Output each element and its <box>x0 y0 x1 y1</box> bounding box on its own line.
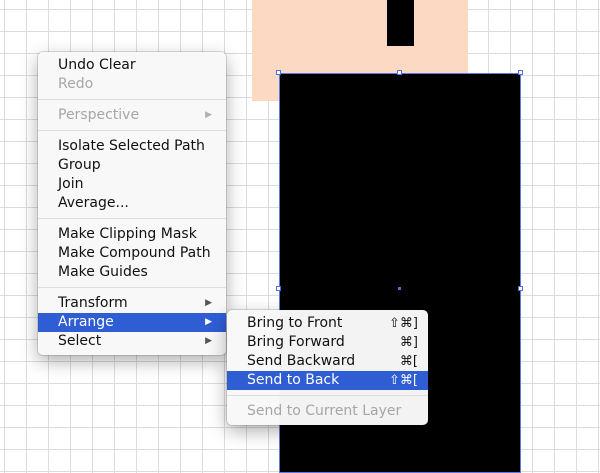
menu-item-label: Bring to Front <box>247 315 343 331</box>
menu-separator <box>38 130 226 131</box>
menu-item-label: Average... <box>58 195 129 211</box>
menu-item-label: Make Clipping Mask <box>58 226 197 242</box>
menu-separator <box>38 218 226 219</box>
selection-center-point <box>398 287 401 290</box>
selection-handle-top-left[interactable] <box>276 70 281 75</box>
selection-handle-middle-right[interactable] <box>518 286 523 291</box>
menu-separator <box>38 287 226 288</box>
menu-item-label: Select <box>58 333 102 349</box>
menu-item-shortcut: ⇧⌘[ <box>389 373 418 388</box>
submenu-item-send-backward[interactable]: Send Backward ⌘[ <box>227 352 428 371</box>
menu-item-arrange[interactable]: Arrange ▶ <box>38 313 226 332</box>
selection-handle-top-right[interactable] <box>518 70 523 75</box>
black-notch-shape[interactable] <box>387 0 414 46</box>
menu-separator <box>38 99 226 100</box>
menu-item-shortcut: ⌘] <box>399 335 418 350</box>
menu-item-label: Send to Current Layer <box>247 403 402 419</box>
menu-item-select[interactable]: Select ▶ <box>38 332 226 351</box>
menu-item-join[interactable]: Join <box>38 175 226 194</box>
menu-item-label: Arrange <box>58 314 114 330</box>
menu-item-label: Join <box>58 176 84 192</box>
menu-item-transform[interactable]: Transform ▶ <box>38 294 226 313</box>
menu-item-label: Redo <box>58 76 94 92</box>
submenu-item-send-to-current-layer: Send to Current Layer <box>227 402 428 421</box>
submenu-item-bring-forward[interactable]: Bring Forward ⌘] <box>227 333 428 352</box>
menu-item-label: Isolate Selected Path <box>58 138 205 154</box>
selection-handle-middle-left[interactable] <box>276 286 281 291</box>
menu-item-group[interactable]: Group <box>38 156 226 175</box>
menu-item-undo-clear[interactable]: Undo Clear <box>38 56 226 75</box>
menu-item-label: Transform <box>58 295 128 311</box>
menu-item-label: Bring Forward <box>247 334 345 350</box>
menu-item-label: Send to Back <box>247 372 340 388</box>
menu-item-label: Make Guides <box>58 264 148 280</box>
menu-item-isolate-selected-path[interactable]: Isolate Selected Path <box>38 137 226 156</box>
menu-item-redo: Redo <box>38 75 226 94</box>
menu-item-shortcut: ⇧⌘] <box>389 316 418 331</box>
triangle-right-icon: ▶ <box>205 317 212 327</box>
arrange-submenu: Bring to Front ⇧⌘] Bring Forward ⌘] Send B… <box>227 310 428 425</box>
menu-item-label: Group <box>58 157 101 173</box>
triangle-right-icon: ▶ <box>205 110 212 120</box>
context-menu: Undo Clear Redo Perspective ▶ Isolate Sel… <box>38 52 226 355</box>
menu-item-make-compound-path[interactable]: Make Compound Path <box>38 244 226 263</box>
triangle-right-icon: ▶ <box>205 336 212 346</box>
menu-item-perspective: Perspective ▶ <box>38 106 226 125</box>
submenu-item-bring-to-front[interactable]: Bring to Front ⇧⌘] <box>227 314 428 333</box>
submenu-item-send-to-back[interactable]: Send to Back ⇧⌘[ <box>227 371 428 390</box>
menu-item-label: Send Backward <box>247 353 356 369</box>
selection-handle-top-middle[interactable] <box>397 70 402 75</box>
menu-item-average[interactable]: Average... <box>38 194 226 213</box>
menu-item-make-clipping-mask[interactable]: Make Clipping Mask <box>38 225 226 244</box>
menu-item-label: Make Compound Path <box>58 245 211 261</box>
menu-separator <box>227 395 428 396</box>
triangle-right-icon: ▶ <box>205 298 212 308</box>
menu-item-label: Perspective <box>58 107 140 123</box>
menu-item-shortcut: ⌘[ <box>399 354 418 369</box>
menu-item-label: Undo Clear <box>58 57 136 73</box>
menu-item-make-guides[interactable]: Make Guides <box>38 263 226 282</box>
